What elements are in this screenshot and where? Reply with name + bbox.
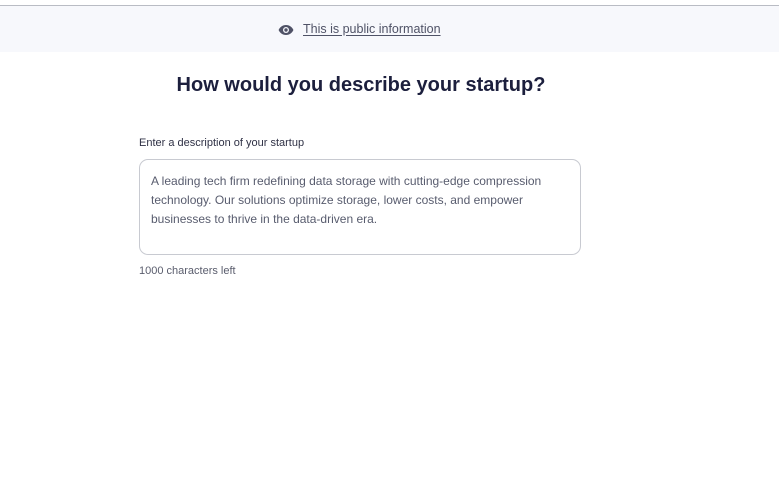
public-info-notice[interactable]: This is public information — [278, 20, 441, 38]
public-info-banner: This is public information — [0, 6, 779, 52]
description-field-label: Enter a description of your startup — [139, 137, 305, 149]
page-title: How would you describe your startup? — [176, 74, 546, 96]
description-textarea-value: A leading tech firm redefining data stor… — [151, 174, 542, 226]
description-textarea[interactable]: A leading tech firm redefining data stor… — [139, 159, 581, 255]
characters-left-counter: 1000 characters left — [139, 265, 236, 277]
public-info-link[interactable]: This is public information — [303, 22, 441, 36]
eye-icon — [278, 23, 294, 35]
